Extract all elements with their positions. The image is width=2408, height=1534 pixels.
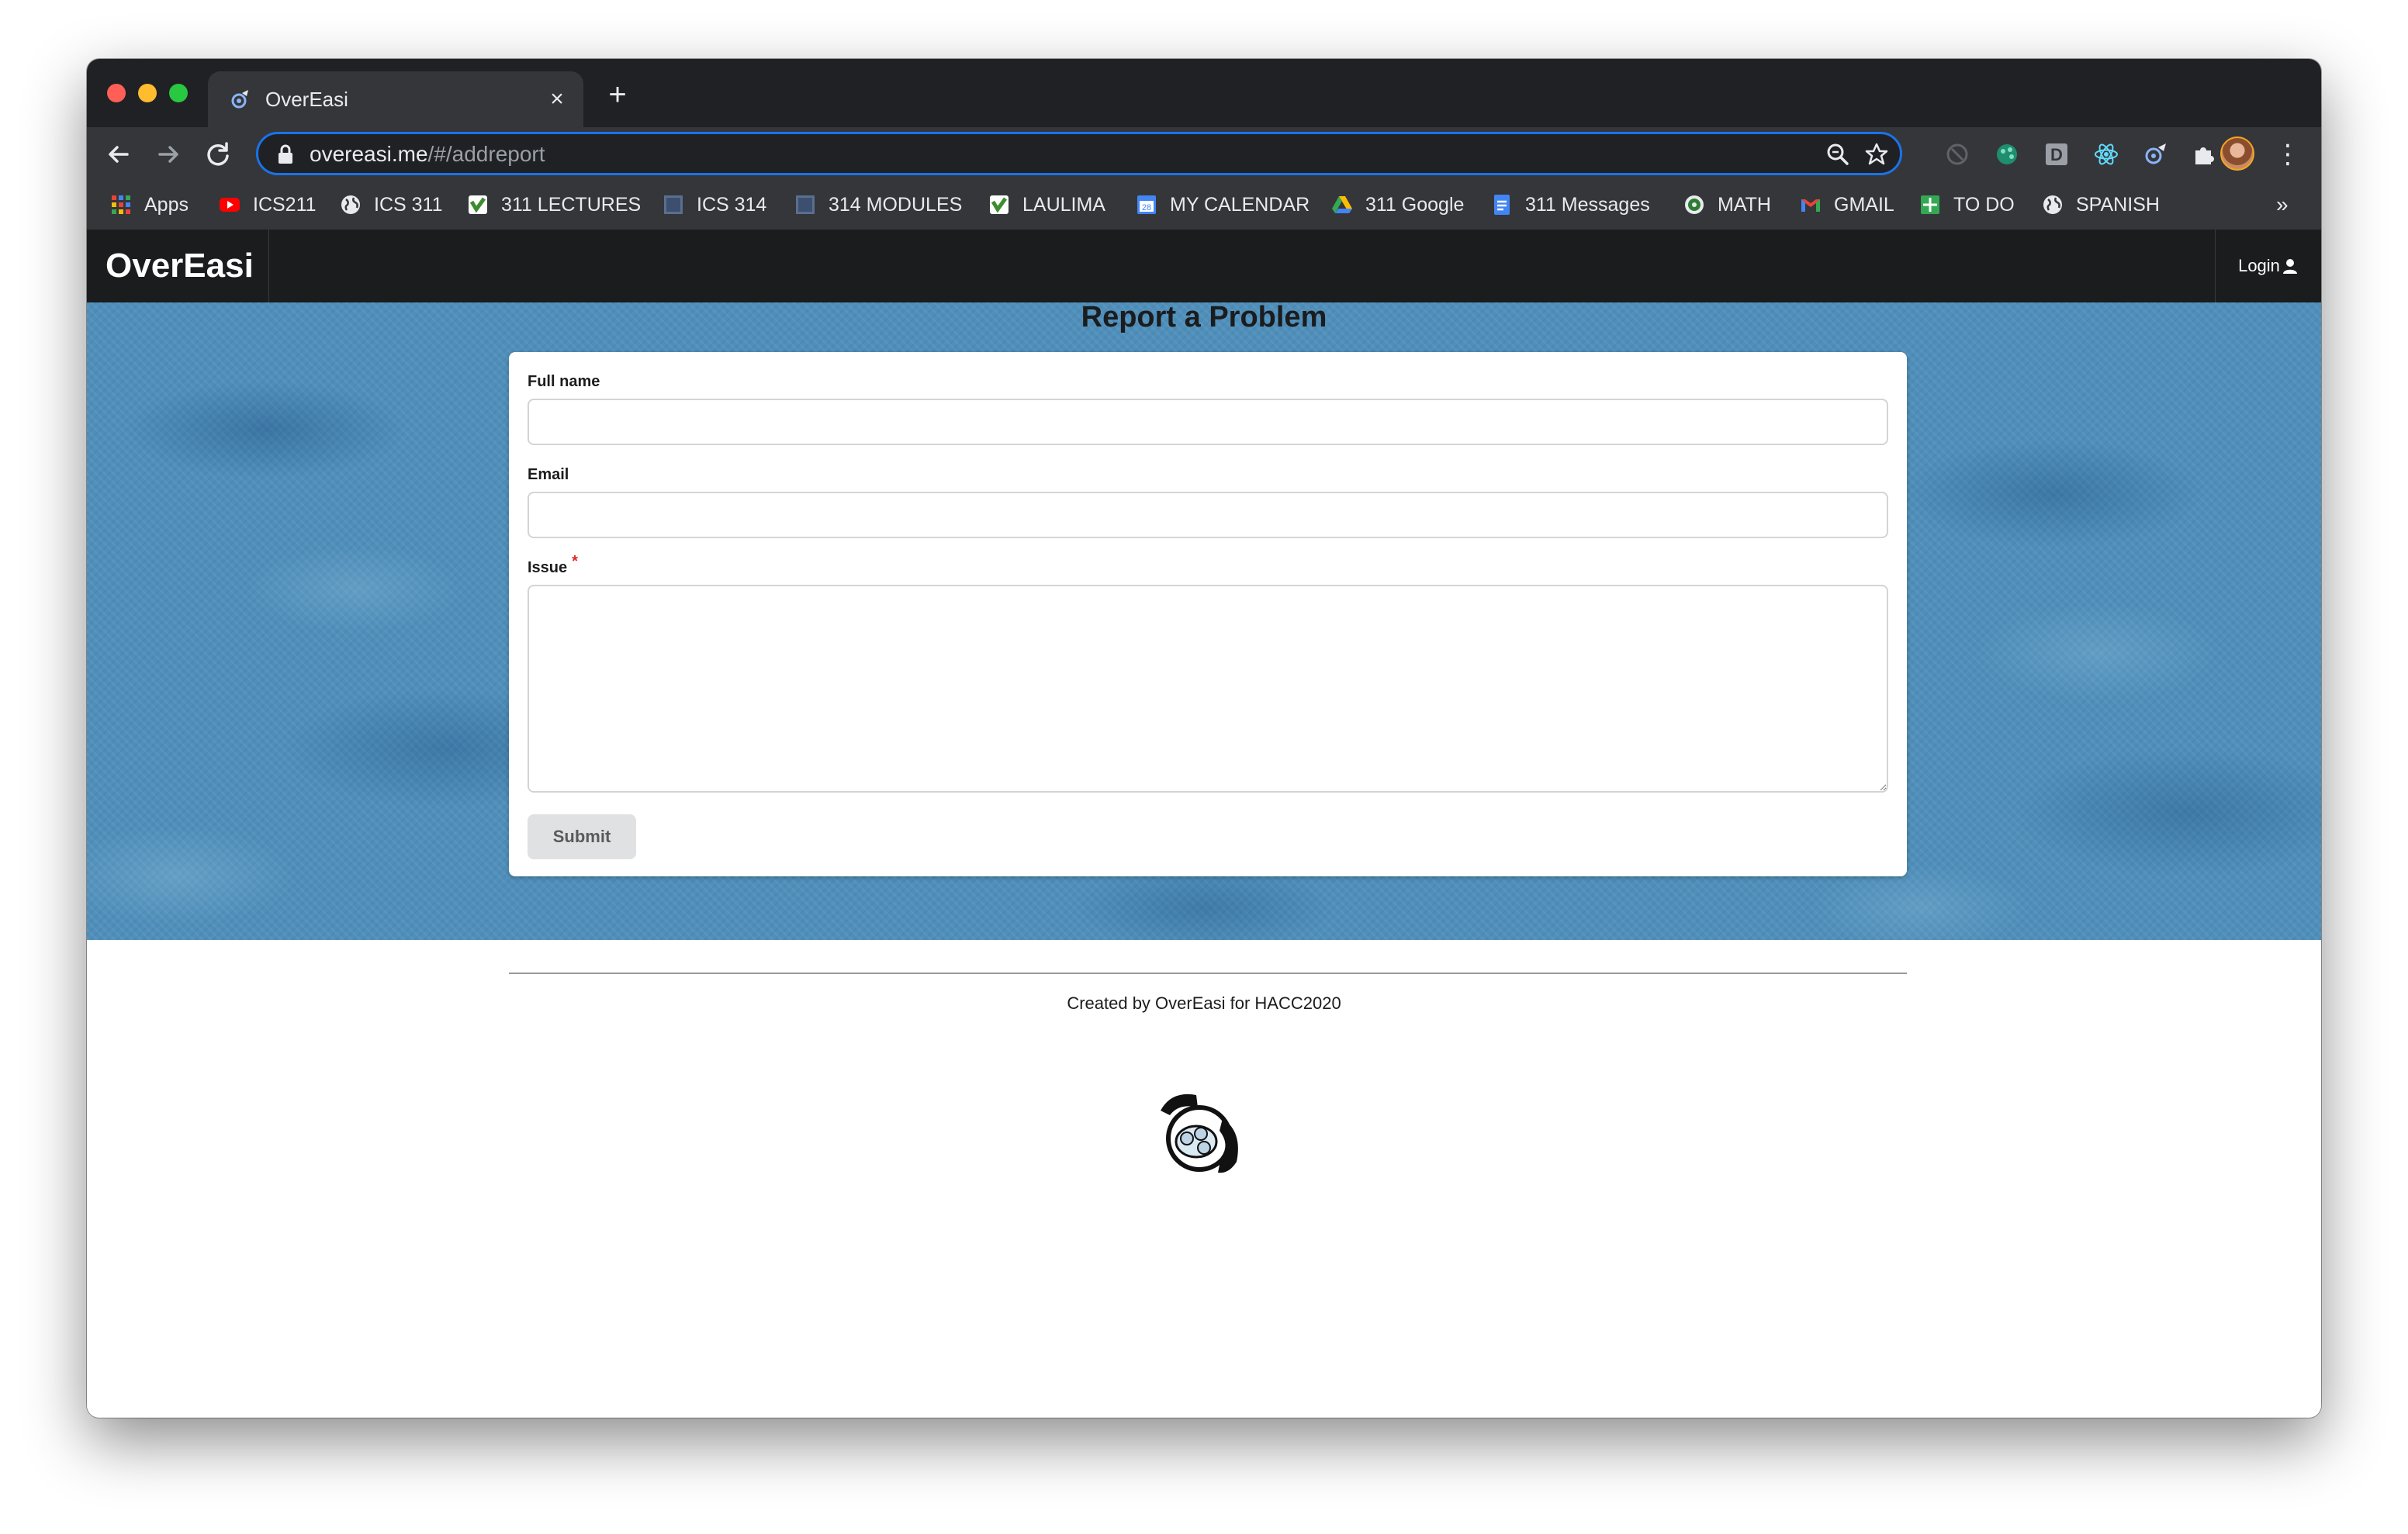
footer-credit: Created by OverEasi for HACC2020 xyxy=(1067,993,1341,1013)
reload-icon xyxy=(207,142,229,166)
tab-close-icon[interactable]: × xyxy=(543,85,571,113)
report-form: Full name Email Issue * Submit xyxy=(509,352,1907,876)
bookmark-label: 314 MODULES xyxy=(829,193,963,216)
bookmark-314-modules[interactable]: 314 MODULES xyxy=(794,191,962,219)
laulima-icon xyxy=(469,195,487,214)
google-drive-icon xyxy=(1332,196,1352,213)
math-icon xyxy=(1685,195,1704,214)
maximize-window-button[interactable] xyxy=(169,84,188,102)
tab-strip: OverEasi × + xyxy=(87,59,2321,127)
email-input[interactable] xyxy=(528,492,1888,538)
bookmark-label: ICS211 xyxy=(253,193,317,216)
extensions-puzzle-icon[interactable] xyxy=(2191,141,2217,168)
bookmark-math[interactable]: MATH xyxy=(1683,191,1771,219)
arrow-right-icon xyxy=(158,146,178,163)
bookmark-label: TO DO xyxy=(1953,193,2015,216)
globe-icon xyxy=(2043,195,2062,214)
bookmark-star-icon[interactable] xyxy=(1864,142,1889,167)
google-docs-icon xyxy=(1494,195,1510,215)
calendar-icon: 28 xyxy=(1137,195,1156,214)
address-bar[interactable]: overeasi.me/#/addreport xyxy=(256,132,1902,175)
gmail-icon xyxy=(1801,199,1820,212)
bookmark-spanish[interactable]: SPANISH xyxy=(2042,191,2160,219)
bookmark-to-do[interactable]: TO DO xyxy=(1919,191,2015,219)
bookmark-label: ICS 314 xyxy=(697,193,767,216)
full-name-label: Full name xyxy=(528,373,600,390)
user-icon xyxy=(2282,259,2297,274)
url-host: overeasi.me xyxy=(310,142,428,166)
calendar-badge: 28 xyxy=(1142,203,1151,212)
bookmark-label: 311 Google xyxy=(1365,193,1465,216)
minimize-window-button[interactable] xyxy=(138,84,157,102)
issue-label-wrap: Issue * xyxy=(528,553,578,577)
reload-button[interactable] xyxy=(200,136,236,172)
tab-overeasi[interactable]: OverEasi × xyxy=(208,71,583,127)
bookmark-label: LAULIMA xyxy=(1022,193,1105,216)
bookmark-label: 311 Messages xyxy=(1525,193,1650,216)
bookmark-my-calendar[interactable]: 28 MY CALENDAR xyxy=(1136,191,1310,219)
browser-toolbar: overeasi.me/#/addreport D ⋮ xyxy=(87,127,2321,181)
report-hero: Report a Problem Full name Email Issue * … xyxy=(87,302,2321,940)
forward-button[interactable] xyxy=(150,136,186,172)
issue-label: Issue xyxy=(528,559,568,576)
laulima-icon xyxy=(990,195,1009,214)
login-button[interactable]: Login xyxy=(2215,230,2321,302)
bookmark-label: SPANISH xyxy=(2076,193,2160,216)
issue-textarea[interactable] xyxy=(528,585,1888,793)
back-button[interactable] xyxy=(101,136,137,172)
bookmark-ics-311[interactable]: ICS 311 xyxy=(340,191,442,219)
bookmark-label: ICS 311 xyxy=(374,193,443,216)
bookmark-laulima[interactable]: LAULIMA xyxy=(988,191,1105,219)
apps-grid-icon xyxy=(112,195,130,214)
footer-divider xyxy=(509,973,1907,974)
globe-icon xyxy=(341,195,360,214)
page-content: OverEasi Login Report a Problem Full nam… xyxy=(87,230,2321,1418)
overeasi-favicon-icon xyxy=(231,90,248,109)
login-label: Login xyxy=(2238,256,2280,275)
bookmark-label: GMAIL xyxy=(1834,193,1894,216)
overeasi-logo-icon xyxy=(1161,1093,1238,1173)
email-label: Email xyxy=(528,466,569,483)
zoom-icon[interactable] xyxy=(1825,142,1850,167)
close-window-button[interactable] xyxy=(107,84,126,102)
bookmark-311-messages[interactable]: 311 Messages xyxy=(1491,191,1650,219)
submit-button[interactable]: Submit xyxy=(528,814,636,859)
lock-icon xyxy=(279,144,292,164)
site-navbar: OverEasi Login xyxy=(87,230,2321,302)
bookmark-label: Apps xyxy=(144,193,189,216)
browser-menu-icon[interactable]: ⋮ xyxy=(2275,138,2301,171)
svg-text:D: D xyxy=(2050,145,2063,164)
url-text: overeasi.me/#/addreport xyxy=(310,142,545,167)
bookmark-apps[interactable]: Apps xyxy=(110,191,189,219)
full-name-input[interactable] xyxy=(528,399,1888,445)
bookmark-label: MATH xyxy=(1718,193,1771,216)
extension-palette-icon[interactable] xyxy=(1994,141,2020,168)
bookmark-311-google[interactable]: 311 Google xyxy=(1331,191,1464,219)
bookmark-gmail[interactable]: GMAIL xyxy=(1800,191,1894,219)
arrow-left-icon xyxy=(109,146,129,163)
bookmark-label: MY CALENDAR xyxy=(1170,193,1310,216)
bookmark-ics-314[interactable]: ICS 314 xyxy=(663,191,766,219)
bookmark-label: 311 LECTURES xyxy=(501,193,642,216)
square-icon xyxy=(796,195,815,214)
react-devtools-icon[interactable] xyxy=(2093,141,2119,168)
extension-sync-icon[interactable] xyxy=(1944,141,1970,168)
new-tab-button[interactable]: + xyxy=(602,79,633,110)
bookmark-ics211[interactable]: ICS211 xyxy=(219,191,317,219)
bookmark-311-lectures[interactable]: 311 LECTURES xyxy=(467,191,641,219)
required-asterisk: * xyxy=(572,553,578,570)
bookmarks-overflow-chevron-icon[interactable]: » xyxy=(2276,191,2289,219)
tab-title: OverEasi xyxy=(265,88,348,111)
sheets-icon xyxy=(1921,195,1939,214)
bookmarks-bar: Apps ICS211 ICS 311 311 LECTURES ICS 314… xyxy=(87,181,2321,230)
url-path: /#/addreport xyxy=(427,142,545,166)
extension-d-icon[interactable]: D xyxy=(2043,141,2070,168)
square-icon xyxy=(664,195,683,214)
youtube-icon xyxy=(220,198,240,212)
brand-link[interactable]: OverEasi xyxy=(87,230,269,302)
extension-swirl-icon[interactable] xyxy=(2143,141,2169,168)
browser-window: OverEasi × + overeasi.me/#/addreport D ⋮ xyxy=(87,59,2321,1418)
page-title: Report a Problem xyxy=(1081,301,1327,333)
profile-avatar[interactable] xyxy=(2220,136,2254,171)
